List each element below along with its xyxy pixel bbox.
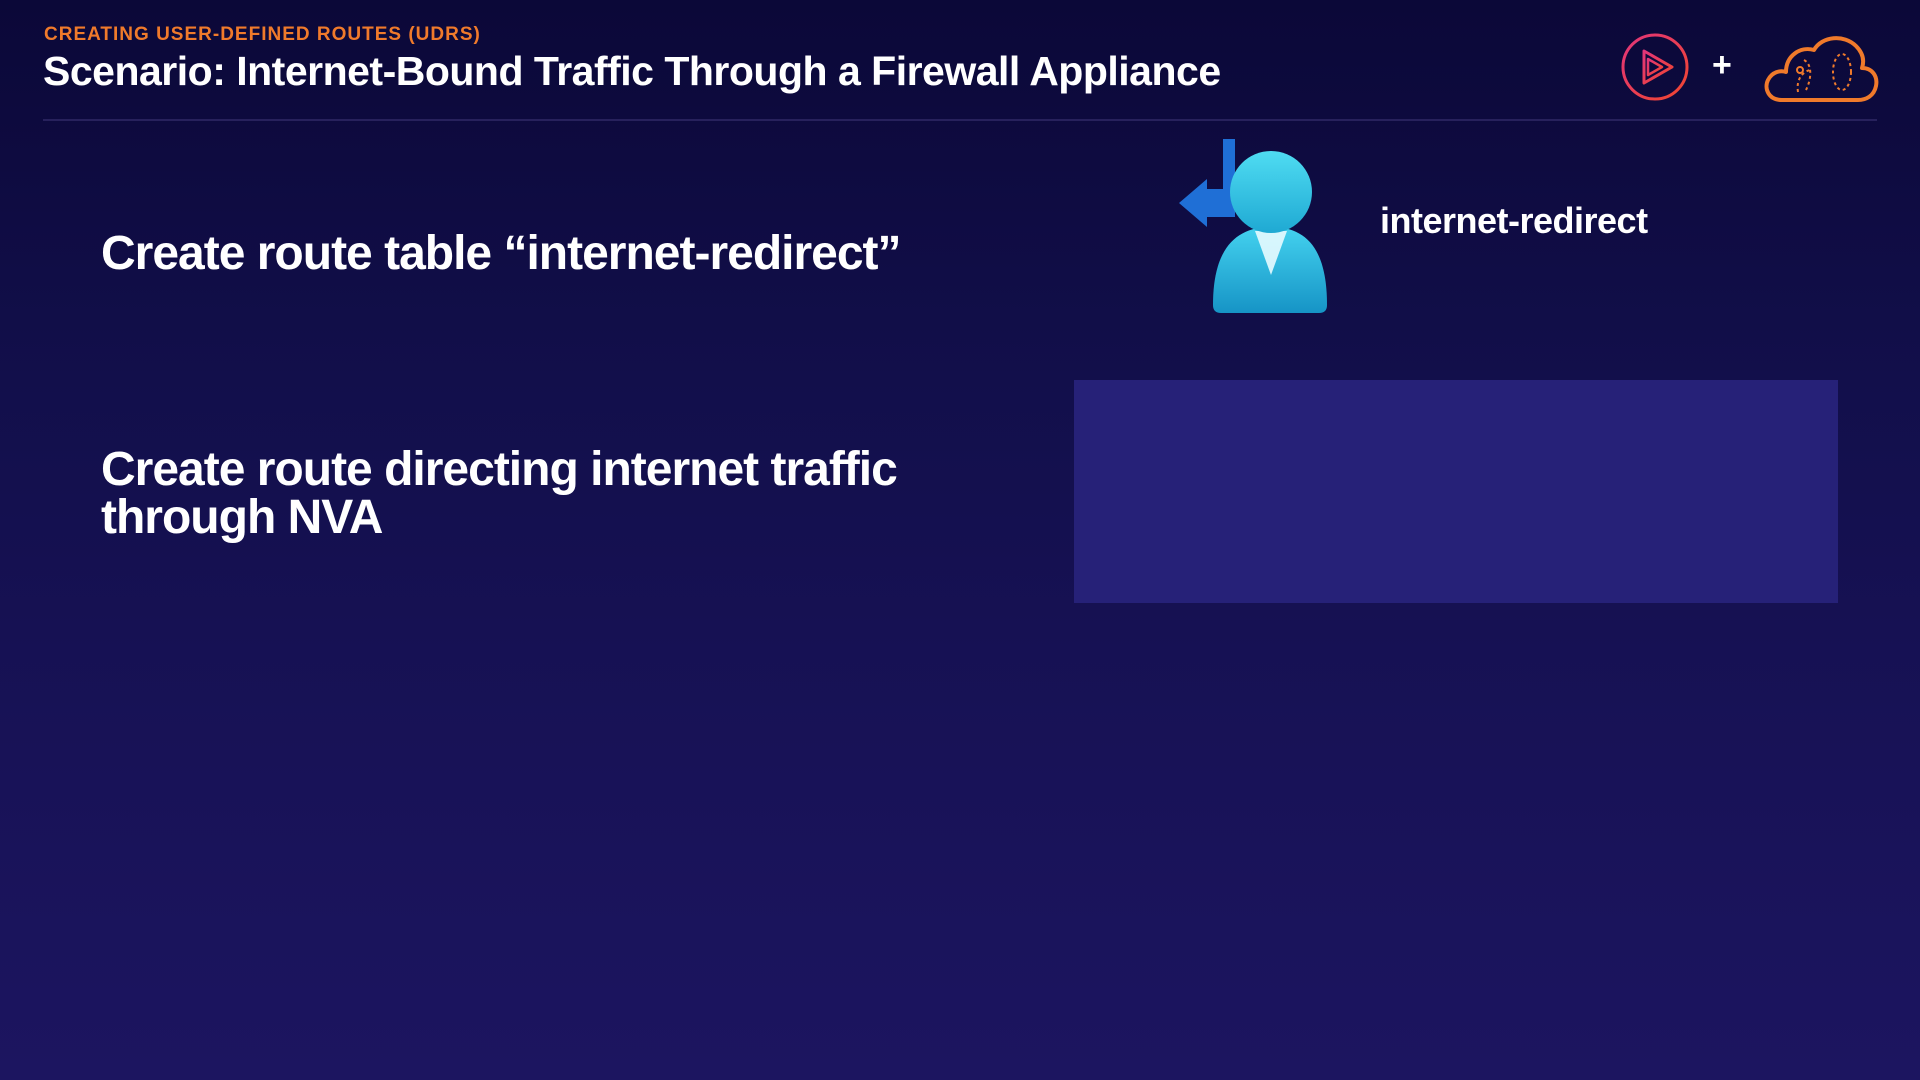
title-divider — [43, 119, 1877, 121]
play-logo-icon — [1621, 33, 1689, 101]
cloud-logo-icon — [1764, 36, 1879, 102]
plus-sign: + — [1712, 46, 1732, 84]
step-create-route: Create route directing internet traffic … — [101, 443, 898, 544]
page-title: Scenario: Internet-Bound Traffic Through… — [43, 48, 1221, 94]
route-table-name: internet-redirect — [1380, 200, 1648, 241]
route-table-icon — [1179, 139, 1327, 313]
route-placeholder-panel — [1074, 380, 1838, 603]
section-kicker: CREATING USER-DEFINED ROUTES (UDRS) — [44, 24, 481, 45]
step-create-route-table: Create route table “internet-redirect” — [101, 227, 902, 280]
brand-cluster: + — [1620, 30, 1880, 106]
